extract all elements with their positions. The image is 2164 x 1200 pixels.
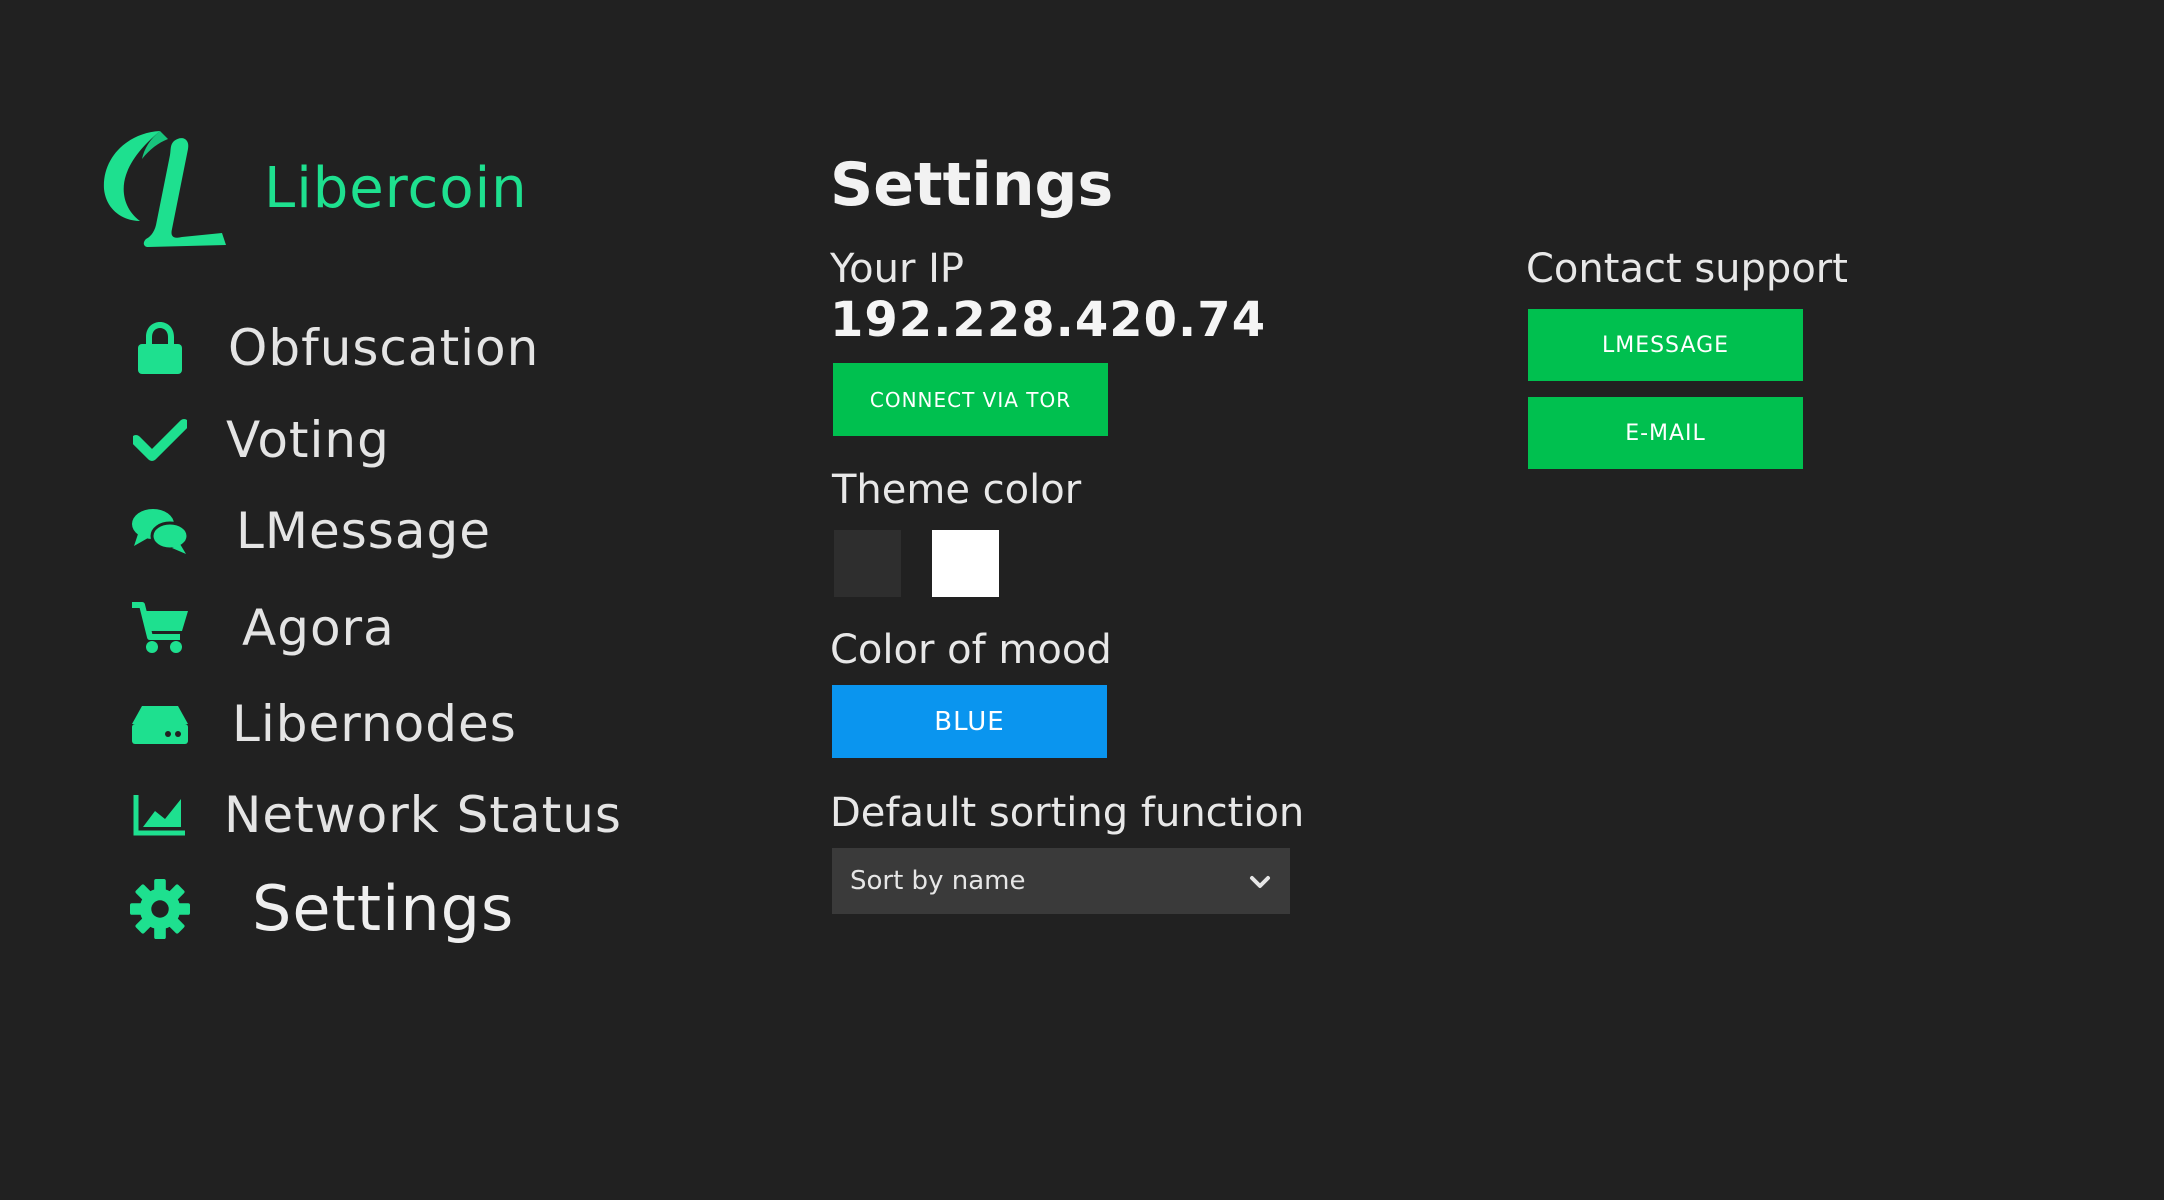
brand-name: Libercoin [264, 155, 528, 221]
sidebar-item-label: Agora [242, 599, 395, 657]
default-sorting-label: Default sorting function [830, 790, 1305, 836]
sorting-select[interactable]: Sort by name [832, 848, 1290, 914]
ip-label: Your IP [830, 246, 965, 292]
sidebar-item-label: Network Status [224, 786, 622, 844]
sidebar-item-label: Libernodes [232, 695, 517, 753]
sidebar-item-voting[interactable]: Voting [130, 410, 390, 470]
sidebar-item-settings[interactable]: Settings [130, 872, 514, 945]
sidebar-item-label: Settings [252, 872, 515, 945]
ip-value: 192.228.420.74 [830, 292, 1267, 348]
sidebar-item-label: LMessage [236, 502, 491, 560]
hard-drive-icon [130, 694, 190, 754]
theme-swatch-dark[interactable] [834, 530, 901, 597]
lock-icon [130, 318, 190, 378]
contact-support-label: Contact support [1526, 246, 1848, 292]
shopping-cart-icon [130, 598, 190, 658]
sidebar-item-lmessage[interactable]: LMessage [130, 501, 491, 561]
page-title: Settings [830, 150, 1114, 220]
lmessage-support-button[interactable]: LMESSAGE [1528, 309, 1803, 381]
sorting-select-value: Sort by name [850, 866, 1026, 896]
sidebar-item-label: Obfuscation [228, 319, 540, 377]
theme-swatch-light[interactable] [932, 530, 999, 597]
checkmark-icon [130, 410, 190, 470]
sidebar-item-label: Voting [226, 411, 390, 469]
sidebar-item-network-status[interactable]: Network Status [130, 785, 622, 845]
chat-bubbles-icon [130, 501, 190, 561]
libercoin-logo-icon [103, 131, 226, 247]
theme-color-label: Theme color [832, 467, 1082, 513]
area-chart-icon [130, 785, 190, 845]
gear-icon [130, 878, 190, 939]
sidebar-item-obfuscation[interactable]: Obfuscation [130, 318, 539, 378]
email-support-button[interactable]: E-MAIL [1528, 397, 1803, 469]
sidebar-item-agora[interactable]: Agora [130, 598, 395, 658]
color-of-mood-label: Color of mood [830, 627, 1112, 673]
chevron-down-icon [1250, 876, 1270, 888]
sidebar-item-libernodes[interactable]: Libernodes [130, 694, 517, 754]
connect-via-tor-button[interactable]: CONNECT VIA TOR [833, 363, 1108, 436]
app-window: Libercoin Obfuscation Voting LMessage Ag… [0, 0, 2164, 1200]
mood-color-button[interactable]: BLUE [832, 685, 1107, 758]
brand[interactable]: Libercoin [98, 128, 528, 248]
